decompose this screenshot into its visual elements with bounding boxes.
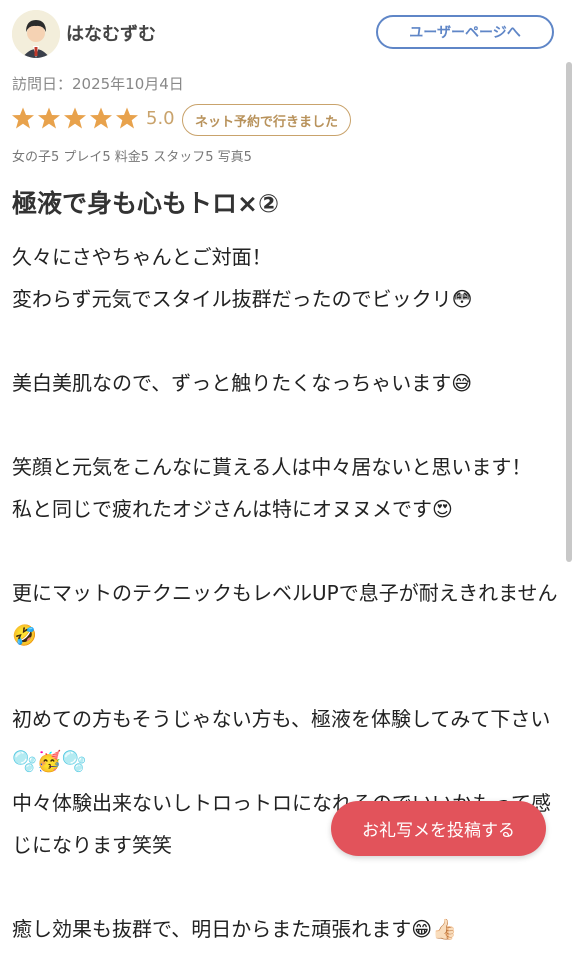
sub-ratings: 女の子5 プレイ5 料金5 スタッフ5 写真5 [12,150,252,165]
avatar-image [12,10,60,58]
star-icon [64,107,86,129]
scrollbar[interactable] [566,62,572,562]
user-avatar[interactable] [12,10,60,58]
star-icon [90,107,112,129]
username[interactable]: はなむずむ [66,20,156,46]
star-icon [116,107,138,129]
net-reservation-badge: ネット予約で行きました [182,104,352,136]
review-title: 極液で身も心もトロ×② [12,189,280,218]
star-rating [11,106,139,130]
rating-value: 5.0 [146,108,175,129]
visit-date: 訪問日：2025年10月4日 [12,75,184,93]
star-icon [12,107,34,129]
post-thank-you-photo-button[interactable]: お礼写メを投稿する [331,801,546,856]
star-icon [38,107,60,129]
user-page-button[interactable]: ユーザーページへ [376,15,554,49]
